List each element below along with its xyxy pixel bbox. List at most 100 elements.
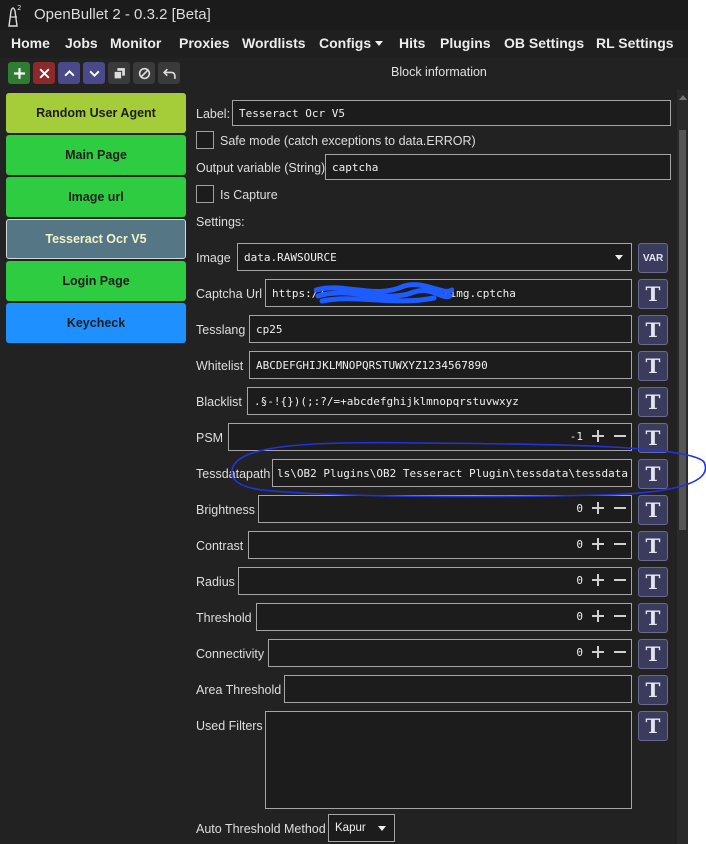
blacklist-input[interactable]: .§-!{})(;:?/=+abcdefghijklmnopqrstuvwxyz bbox=[247, 387, 632, 415]
used-filters-type-button[interactable]: T bbox=[638, 711, 668, 741]
blacklist-type-button[interactable]: T bbox=[638, 387, 668, 417]
clone-block-button[interactable] bbox=[108, 62, 130, 84]
undo-button[interactable] bbox=[158, 62, 180, 84]
whitelist-type-button[interactable]: T bbox=[638, 351, 668, 381]
used-filters-textarea[interactable] bbox=[265, 711, 632, 809]
threshold-input[interactable]: 0 bbox=[256, 603, 632, 631]
auto-threshold-method-label: Auto Threshold Method bbox=[196, 822, 326, 836]
tesslang-input[interactable]: cp25 bbox=[249, 315, 632, 343]
increment-icon[interactable] bbox=[591, 609, 605, 623]
area-threshold-input[interactable] bbox=[284, 675, 632, 703]
brightness-label: Brightness bbox=[196, 503, 256, 517]
increment-icon[interactable] bbox=[591, 501, 605, 515]
increment-icon[interactable] bbox=[591, 645, 605, 659]
is-capture-label: Is Capture bbox=[220, 188, 278, 202]
disable-block-button[interactable] bbox=[133, 62, 155, 84]
increment-icon[interactable] bbox=[591, 429, 605, 443]
psm-type-button[interactable]: T bbox=[638, 423, 668, 453]
block-main-page[interactable]: Main Page bbox=[6, 135, 186, 175]
chevron-down-icon bbox=[378, 826, 386, 831]
brightness-type-button[interactable]: T bbox=[638, 495, 668, 525]
captcha-url-type-button[interactable]: T bbox=[638, 279, 668, 309]
block-tesseract-ocr[interactable]: Tesseract Ocr V5 bbox=[6, 219, 186, 259]
move-up-icon bbox=[63, 69, 75, 76]
psm-input[interactable]: -1 bbox=[228, 423, 632, 451]
svg-text:2: 2 bbox=[17, 4, 21, 12]
threshold-value: 0 bbox=[576, 610, 583, 623]
decrement-icon[interactable] bbox=[613, 645, 627, 659]
main-menu: Home Jobs Monitor Proxies Wordlists Conf… bbox=[0, 30, 688, 58]
whitelist-input[interactable]: ABCDEFGHIJKLMNOPQRSTUWXYZ1234567890 bbox=[249, 351, 632, 379]
block-random-user-agent[interactable]: Random User Agent bbox=[6, 93, 186, 133]
menu-hits[interactable]: Hits bbox=[399, 35, 425, 51]
tessdatapath-label: Tessdatapath bbox=[196, 467, 271, 481]
decrement-icon[interactable] bbox=[613, 609, 627, 623]
label-caption: Label: bbox=[196, 107, 231, 121]
decrement-icon[interactable] bbox=[613, 537, 627, 551]
image-select-value: data.RAWSOURCE bbox=[244, 250, 337, 264]
decrement-icon[interactable] bbox=[613, 429, 627, 443]
title-bar: 2 OpenBullet 2 - 0.3.2 [Beta] bbox=[0, 0, 688, 30]
clone-icon bbox=[113, 67, 125, 79]
decrement-icon[interactable] bbox=[613, 501, 627, 515]
image-setting-label: Image bbox=[196, 251, 231, 265]
radius-value: 0 bbox=[576, 574, 583, 587]
tessdatapath-type-button[interactable]: T bbox=[638, 459, 668, 489]
delete-block-button[interactable] bbox=[33, 62, 55, 84]
menu-configs[interactable]: Configs bbox=[319, 35, 384, 51]
area-threshold-type-button[interactable]: T bbox=[638, 675, 668, 705]
scroll-up-icon[interactable] bbox=[679, 95, 687, 100]
output-variable-input[interactable]: captcha bbox=[325, 154, 671, 180]
contrast-type-button[interactable]: T bbox=[638, 531, 668, 561]
menu-rl-settings[interactable]: RL Settings bbox=[596, 35, 674, 51]
var-toggle-button[interactable]: VAR bbox=[638, 243, 668, 273]
block-image-url[interactable]: Image url bbox=[6, 177, 186, 217]
radius-label: Radius bbox=[196, 575, 235, 589]
increment-icon[interactable] bbox=[591, 573, 605, 587]
contrast-input[interactable]: 0 bbox=[248, 531, 632, 559]
menu-wordlists[interactable]: Wordlists bbox=[242, 35, 306, 51]
brightness-input[interactable]: 0 bbox=[258, 495, 632, 523]
threshold-type-button[interactable]: T bbox=[638, 603, 668, 633]
redaction-scribble bbox=[314, 282, 454, 304]
block-label-input[interactable]: Tesseract Ocr V5 bbox=[232, 100, 671, 126]
radius-type-button[interactable]: T bbox=[638, 567, 668, 597]
image-select[interactable]: data.RAWSOURCE bbox=[237, 243, 632, 271]
scrollbar-thumb[interactable] bbox=[679, 130, 686, 530]
menu-ob-settings[interactable]: OB Settings bbox=[504, 35, 584, 51]
block-information-title: Block information bbox=[391, 65, 487, 79]
captcha-url-input[interactable]: https:// /img.cptcha bbox=[265, 279, 632, 307]
safe-mode-checkbox[interactable] bbox=[196, 131, 214, 149]
tesslang-type-button[interactable]: T bbox=[638, 315, 668, 345]
brightness-value: 0 bbox=[576, 502, 583, 515]
connectivity-input[interactable]: 0 bbox=[268, 639, 632, 667]
is-capture-checkbox[interactable] bbox=[196, 185, 214, 203]
connectivity-type-button[interactable]: T bbox=[638, 639, 668, 669]
radius-input[interactable]: 0 bbox=[238, 567, 632, 595]
menu-monitor[interactable]: Monitor bbox=[110, 35, 161, 51]
auto-threshold-method-value: Kapur bbox=[335, 822, 366, 834]
menu-home[interactable]: Home bbox=[11, 35, 50, 51]
block-login-page[interactable]: Login Page bbox=[6, 261, 186, 301]
block-keycheck[interactable]: Keycheck bbox=[6, 303, 186, 343]
safe-mode-label: Safe mode (catch exceptions to data.ERRO… bbox=[220, 134, 476, 148]
increment-icon[interactable] bbox=[591, 537, 605, 551]
psm-label: PSM bbox=[196, 431, 224, 445]
disable-icon bbox=[138, 67, 150, 79]
menu-proxies[interactable]: Proxies bbox=[179, 35, 230, 51]
auto-threshold-method-select[interactable]: Kapur bbox=[328, 814, 395, 842]
move-down-icon bbox=[88, 70, 100, 77]
add-block-button[interactable] bbox=[8, 62, 30, 84]
whitelist-label: Whitelist bbox=[196, 359, 244, 373]
tessdatapath-input[interactable]: ls\OB2 Plugins\OB2 Tesseract Plugin\tess… bbox=[272, 459, 632, 487]
threshold-label: Threshold bbox=[196, 611, 252, 625]
output-variable-caption: Output variable (String) bbox=[196, 161, 326, 175]
area-threshold-label: Area Threshold bbox=[196, 683, 282, 697]
move-down-button[interactable] bbox=[83, 62, 105, 84]
tesslang-label: Tesslang bbox=[196, 323, 246, 337]
decrement-icon[interactable] bbox=[613, 573, 627, 587]
move-up-button[interactable] bbox=[58, 62, 80, 84]
menu-plugins[interactable]: Plugins bbox=[440, 35, 491, 51]
menu-jobs[interactable]: Jobs bbox=[65, 35, 98, 51]
connectivity-label: Connectivity bbox=[196, 647, 265, 661]
